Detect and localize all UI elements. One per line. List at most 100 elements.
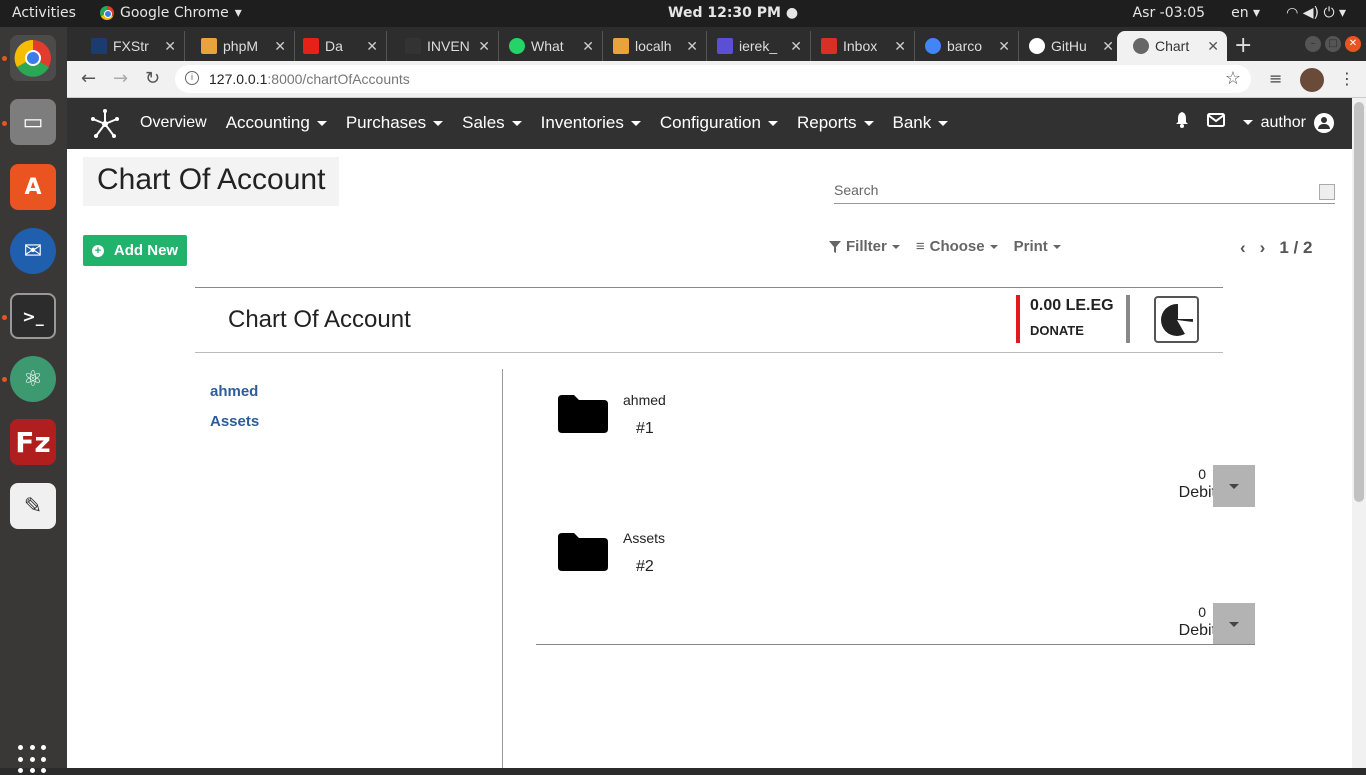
info-icon[interactable]: i bbox=[185, 71, 199, 85]
address-bar[interactable]: i 127.0.0.1:8000/chartOfAccounts ☆ bbox=[175, 65, 1251, 93]
search-icon[interactable] bbox=[1319, 184, 1335, 200]
close-icon[interactable]: ✕ bbox=[164, 38, 176, 55]
chevron-down-icon: ▾ bbox=[234, 5, 242, 21]
pager: ‹ › 1 / 2 bbox=[1240, 238, 1312, 258]
browser-tab[interactable]: What ✕ bbox=[493, 31, 603, 61]
filezilla-icon[interactable]: Fz bbox=[10, 419, 56, 465]
account-name[interactable]: Assets bbox=[623, 530, 665, 546]
files-icon[interactable]: ▭ bbox=[10, 99, 56, 145]
browser-tab-active[interactable]: Chart ✕ bbox=[1117, 31, 1227, 61]
terminal-icon[interactable]: >_ bbox=[10, 293, 56, 339]
list-icon: ≡ bbox=[915, 238, 925, 255]
nav-configuration[interactable]: Configuration bbox=[660, 113, 778, 133]
close-icon[interactable]: ✕ bbox=[1207, 38, 1219, 55]
nav-overview[interactable]: Overview bbox=[140, 113, 207, 133]
browser-tab[interactable]: phpM ✕ bbox=[185, 31, 295, 61]
browser-tab[interactable]: ierek_ ✕ bbox=[701, 31, 811, 61]
account-actions-dropdown[interactable] bbox=[1213, 465, 1255, 507]
media-control-icon[interactable]: ≡ bbox=[1269, 69, 1282, 88]
add-new-button[interactable]: + Add New bbox=[83, 235, 187, 266]
sidebar-item-ahmed[interactable]: ahmed bbox=[210, 383, 258, 400]
search-placeholder: Search bbox=[834, 182, 879, 198]
activities-button[interactable]: Activities bbox=[12, 5, 76, 21]
sidebar-item-assets[interactable]: Assets bbox=[210, 413, 259, 430]
caret-down-icon bbox=[1052, 244, 1061, 249]
reload-button[interactable]: ↻ bbox=[145, 68, 160, 89]
atom-icon[interactable]: ⚛ bbox=[10, 356, 56, 402]
nav-reports[interactable]: Reports bbox=[797, 113, 874, 133]
browser-tab[interactable]: INVEN ✕ bbox=[389, 31, 499, 61]
choose-dropdown[interactable]: ≡ Choose bbox=[916, 238, 998, 255]
language-indicator[interactable]: en ▾ bbox=[1231, 5, 1260, 21]
print-label: Print bbox=[1013, 238, 1048, 255]
close-window-button[interactable]: ✕ bbox=[1345, 36, 1361, 52]
browser-tab[interactable]: barco ✕ bbox=[909, 31, 1019, 61]
mail-icon[interactable] bbox=[1206, 113, 1225, 132]
account-actions-dropdown[interactable] bbox=[1213, 603, 1255, 645]
profile-avatar[interactable] bbox=[1300, 68, 1324, 92]
close-icon[interactable]: ✕ bbox=[1102, 38, 1114, 55]
user-name: author bbox=[1260, 113, 1306, 131]
scrollbar-thumb[interactable] bbox=[1354, 102, 1364, 502]
close-icon[interactable]: ✕ bbox=[366, 38, 378, 55]
software-center-icon[interactable]: A bbox=[10, 164, 56, 210]
print-dropdown[interactable]: Print bbox=[1014, 238, 1061, 255]
system-tray[interactable]: ◠ ◀) ⏻ ▾ bbox=[1286, 5, 1346, 21]
close-icon[interactable]: ✕ bbox=[274, 38, 286, 55]
nav-label: Purchases bbox=[345, 113, 427, 132]
close-icon[interactable]: ✕ bbox=[686, 38, 698, 55]
tab-label: INVEN bbox=[427, 38, 470, 54]
nav-bank[interactable]: Bank bbox=[893, 113, 949, 133]
browser-tab[interactable]: FXStr ✕ bbox=[75, 31, 185, 61]
next-page-button[interactable]: › bbox=[1260, 238, 1266, 258]
launcher-dock: ▭ A ✉ >_ ⚛ Fz ✎ bbox=[0, 27, 67, 774]
folder-icon[interactable] bbox=[558, 533, 608, 571]
browser-tab[interactable]: localh ✕ bbox=[597, 31, 707, 61]
back-button[interactable]: ← bbox=[81, 68, 96, 89]
tab-label: Inbox bbox=[843, 38, 878, 54]
account-name[interactable]: ahmed bbox=[623, 392, 666, 408]
text-editor-icon[interactable]: ✎ bbox=[10, 483, 56, 529]
account-code: #2 bbox=[636, 558, 654, 575]
minimize-button[interactable]: – bbox=[1305, 36, 1321, 52]
tab-label: ierek_ bbox=[739, 38, 778, 54]
browser-tab[interactable]: GitHu ✕ bbox=[1013, 31, 1123, 61]
filter-dropdown[interactable]: Fillter bbox=[829, 238, 900, 255]
nav-inventories[interactable]: Inventories bbox=[541, 113, 641, 133]
browser-tab[interactable]: Da ✕ bbox=[287, 31, 387, 61]
close-icon[interactable]: ✕ bbox=[998, 38, 1010, 55]
donate-widget[interactable]: 0.00 LE.EG DONATE bbox=[1016, 295, 1130, 343]
account-tree-sidebar: ahmed Assets bbox=[195, 369, 503, 768]
nav-accounting[interactable]: Accounting bbox=[226, 113, 327, 133]
folder-icon[interactable] bbox=[558, 395, 608, 433]
chrome-launcher-icon[interactable] bbox=[10, 35, 56, 81]
search-input[interactable]: Search bbox=[834, 182, 1335, 204]
nav-label: Inventories bbox=[540, 113, 624, 132]
close-icon[interactable]: ✕ bbox=[478, 38, 490, 55]
nav-sales[interactable]: Sales bbox=[462, 113, 522, 133]
more-menu-icon[interactable]: ⋮ bbox=[1339, 69, 1355, 88]
app-logo-icon[interactable] bbox=[89, 108, 121, 140]
user-menu[interactable]: author bbox=[1242, 112, 1334, 133]
close-icon[interactable]: ✕ bbox=[790, 38, 802, 55]
prayer-time[interactable]: Asr -03:05 bbox=[1133, 5, 1205, 21]
new-tab-button[interactable]: + bbox=[1234, 33, 1252, 58]
show-applications-icon[interactable] bbox=[18, 745, 48, 775]
bookmark-star-icon[interactable]: ☆ bbox=[1225, 68, 1241, 89]
caret-down-icon bbox=[1242, 120, 1253, 125]
close-icon[interactable]: ✕ bbox=[894, 38, 906, 55]
prev-page-button[interactable]: ‹ bbox=[1240, 238, 1246, 258]
nav-purchases[interactable]: Purchases bbox=[345, 113, 444, 133]
browser-tab[interactable]: Inbox ✕ bbox=[805, 31, 915, 61]
app-menu[interactable]: Google Chrome ▾ bbox=[100, 5, 242, 21]
tab-label: Da bbox=[325, 38, 343, 54]
page-scrollbar[interactable] bbox=[1352, 98, 1366, 768]
bell-icon[interactable] bbox=[1175, 112, 1189, 133]
tab-favicon-icon bbox=[303, 38, 319, 54]
pie-chart-button[interactable] bbox=[1154, 296, 1199, 343]
maximize-button[interactable]: □ bbox=[1325, 36, 1341, 52]
close-icon[interactable]: ✕ bbox=[582, 38, 594, 55]
clock[interactable]: Wed 12:30 PM ● bbox=[668, 5, 798, 21]
thunderbird-icon[interactable]: ✉ bbox=[10, 228, 56, 274]
forward-button[interactable]: → bbox=[113, 68, 128, 89]
